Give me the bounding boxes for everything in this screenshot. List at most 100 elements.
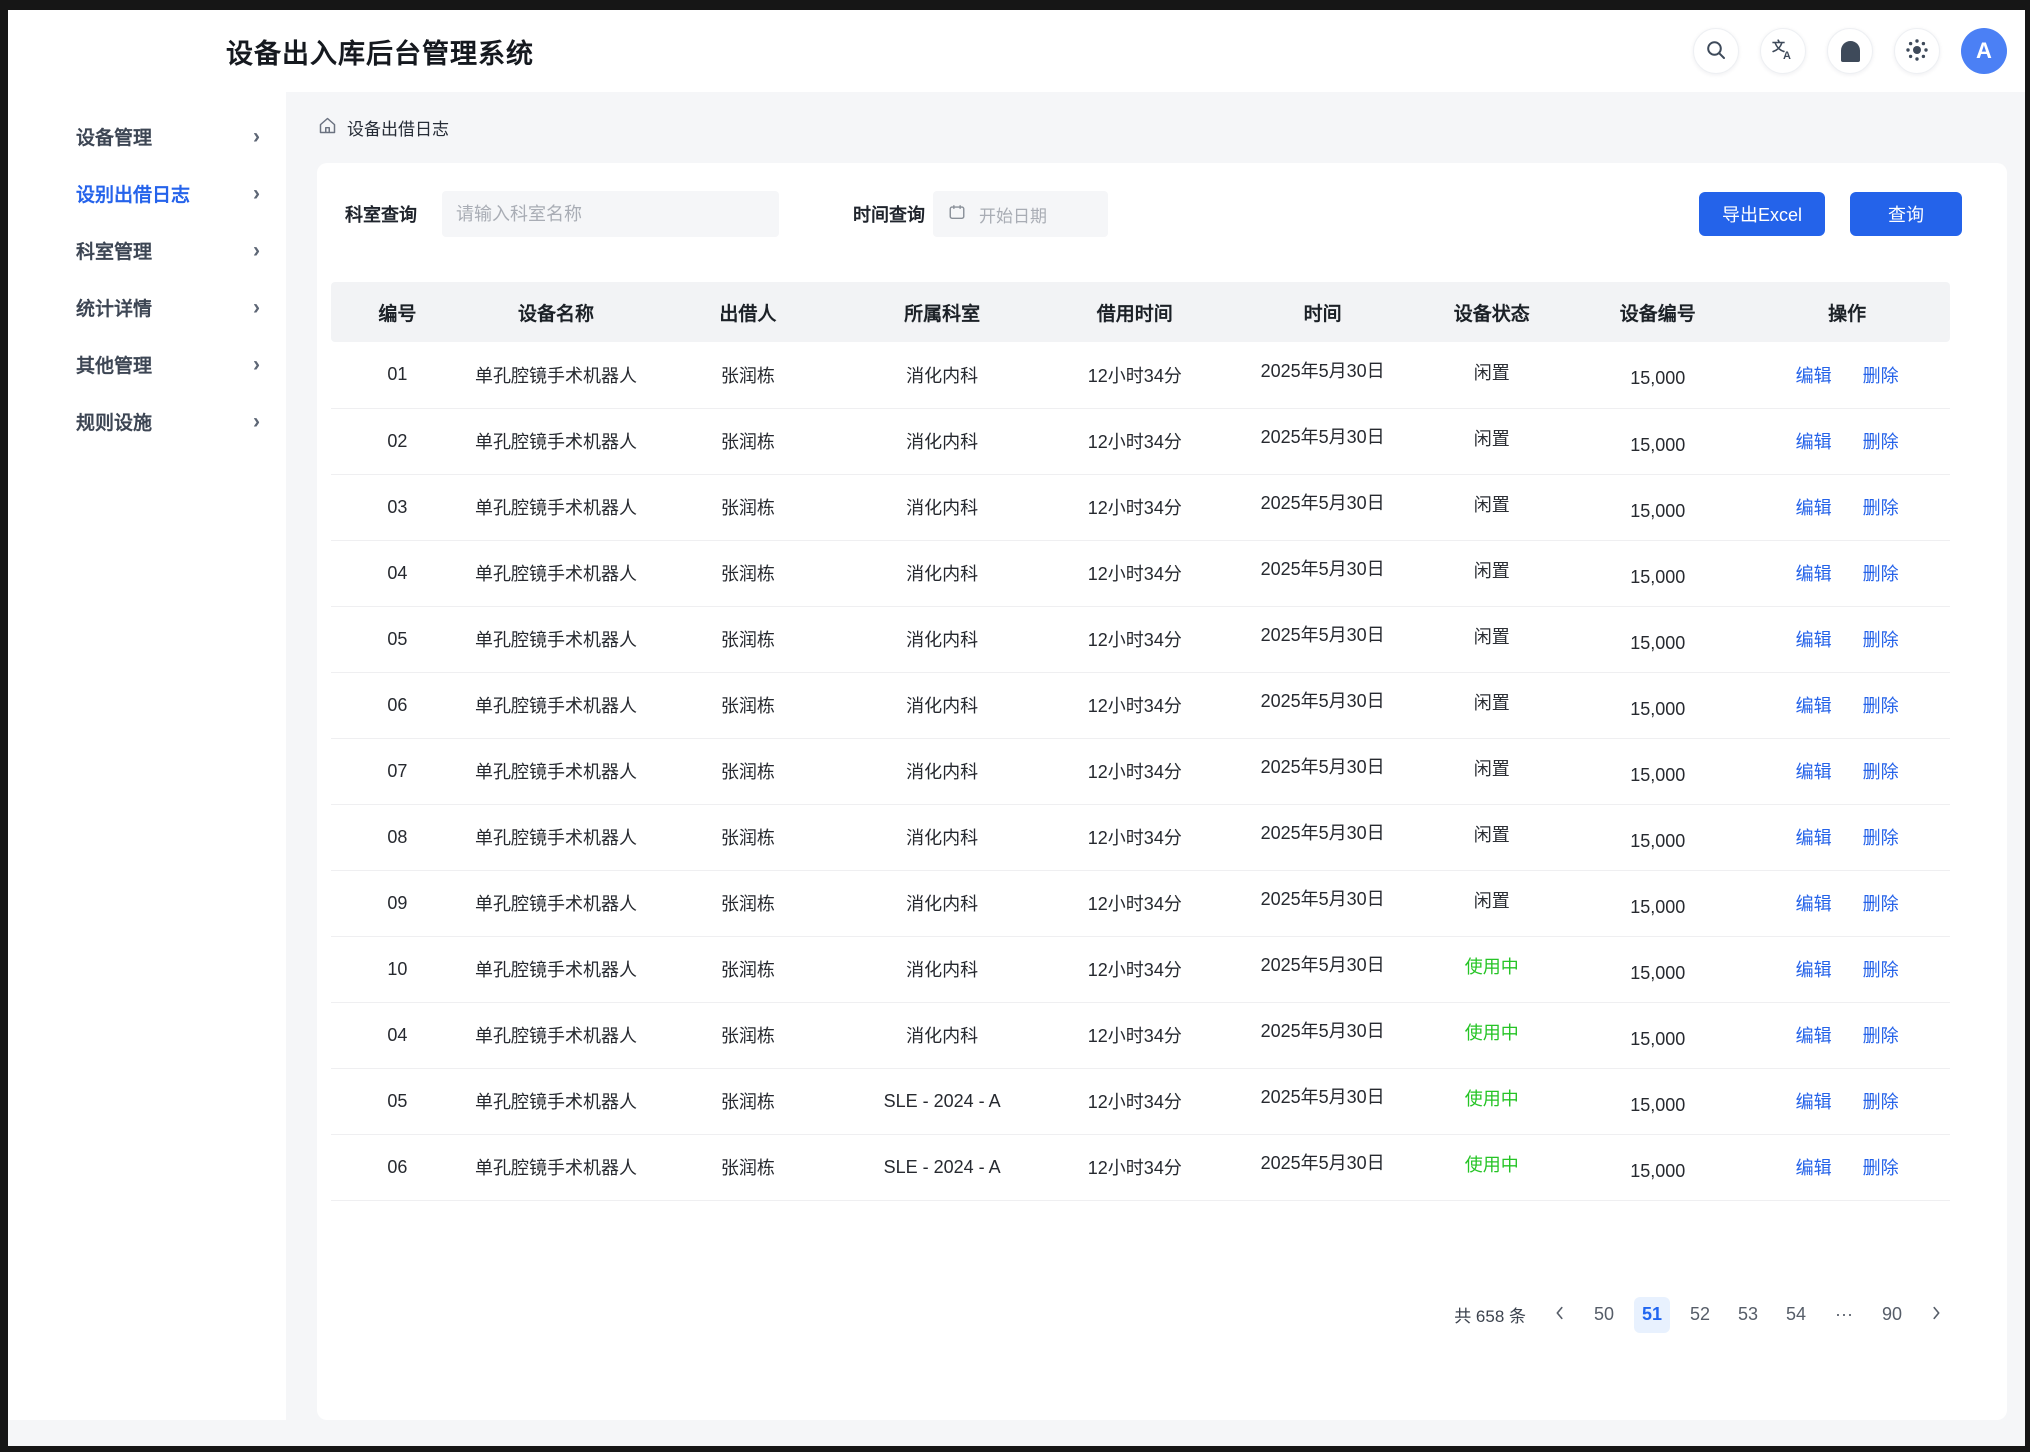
column-header: 所属科室 — [847, 282, 1036, 342]
sidebar-item-active[interactable]: 设别出借日志 › — [8, 165, 286, 222]
breadcrumb[interactable]: 设备出借日志 — [317, 92, 2007, 163]
cell-device-number: 15,000 — [1630, 963, 1685, 984]
pagination-ellipsis[interactable]: ··· — [1826, 1297, 1862, 1333]
page-button[interactable]: 50 — [1586, 1297, 1622, 1333]
delete-link[interactable]: 删除 — [1863, 960, 1899, 980]
status-badge: 闲置 — [1474, 755, 1510, 781]
cell-no: 10 — [387, 959, 407, 980]
cell-borrow-duration: 12小时34分 — [1088, 890, 1182, 916]
cell-borrower: 张润栋 — [721, 428, 775, 454]
page-button[interactable]: 51 — [1634, 1297, 1670, 1333]
cell-device-name: 单孔腔镜手术机器人 — [475, 1022, 637, 1048]
cell-no: 07 — [387, 761, 407, 782]
page-button[interactable]: 53 — [1730, 1297, 1766, 1333]
next-page-button[interactable] — [1922, 1297, 1950, 1333]
edit-link[interactable]: 编辑 — [1796, 1026, 1832, 1046]
window-frame: 设备出入库后台管理系统 文 A — [0, 0, 2030, 1452]
cell-device-name: 单孔腔镜手术机器人 — [475, 494, 637, 520]
borrow-log-table: 编号设备名称出借人所属科室借用时间时间设备状态设备编号操作 01 单孔腔镜手术机… — [331, 282, 1950, 1201]
cell-no: 09 — [387, 893, 407, 914]
dept-search-input[interactable] — [442, 191, 779, 237]
cell-device-name: 单孔腔镜手术机器人 — [475, 692, 637, 718]
notification-button[interactable] — [1827, 28, 1873, 74]
edit-link[interactable]: 编辑 — [1796, 564, 1832, 584]
edit-link[interactable]: 编辑 — [1796, 696, 1832, 716]
filter-bar: 科室查询 时间查询 开始日期 — [345, 191, 1962, 237]
cell-device-name: 单孔腔镜手术机器人 — [475, 1154, 637, 1180]
cell-device-name: 单孔腔镜手术机器人 — [475, 428, 637, 454]
edit-link[interactable]: 编辑 — [1796, 828, 1832, 848]
calendar-icon — [948, 203, 966, 226]
cell-device-name: 单孔腔镜手术机器人 — [475, 560, 637, 586]
content-card: 科室查询 时间查询 开始日期 — [317, 163, 2007, 1420]
cell-no: 03 — [387, 497, 407, 518]
chevron-right-icon: › — [253, 411, 260, 432]
cell-borrower: 张润栋 — [721, 1154, 775, 1180]
delete-link[interactable]: 删除 — [1863, 1092, 1899, 1112]
delete-link[interactable]: 删除 — [1863, 894, 1899, 914]
delete-link[interactable]: 删除 — [1863, 366, 1899, 386]
translate-button[interactable]: 文 A — [1760, 28, 1806, 74]
cell-device-name: 单孔腔镜手术机器人 — [475, 626, 637, 652]
edit-link[interactable]: 编辑 — [1796, 762, 1832, 782]
column-header: 设备名称 — [464, 282, 649, 342]
page-button[interactable]: 54 — [1778, 1297, 1814, 1333]
delete-link[interactable]: 删除 — [1863, 432, 1899, 452]
cell-department: 消化内科 — [906, 428, 978, 454]
delete-link[interactable]: 删除 — [1863, 630, 1899, 650]
page-button[interactable]: 90 — [1874, 1297, 1910, 1333]
delete-link[interactable]: 删除 — [1863, 1026, 1899, 1046]
edit-link[interactable]: 编辑 — [1796, 366, 1832, 386]
sidebar-item-default[interactable]: 统计详情 › — [8, 279, 286, 336]
total-count: 共 658 条 — [1454, 1302, 1526, 1327]
table-row: 05 单孔腔镜手术机器人 张润栋 SLE - 2024 - A 12小时34分 … — [331, 1068, 1950, 1134]
edit-link[interactable]: 编辑 — [1796, 960, 1832, 980]
cell-date: 2025年5月30日 — [1261, 1017, 1385, 1043]
cell-device-name: 单孔腔镜手术机器人 — [475, 890, 637, 916]
delete-link[interactable]: 删除 — [1863, 1158, 1899, 1178]
settings-icon — [1905, 38, 1929, 65]
cell-borrower: 张润栋 — [721, 956, 775, 982]
page-list: 50 51 52 53 54 ··· 90 — [1586, 1297, 1910, 1333]
cell-no: 06 — [387, 695, 407, 716]
cell-borrower: 张润栋 — [721, 692, 775, 718]
cell-borrow-duration: 12小时34分 — [1088, 824, 1182, 850]
export-excel-button[interactable]: 导出Excel — [1699, 192, 1825, 236]
cell-department: 消化内科 — [906, 1022, 978, 1048]
column-header: 出借人 — [648, 282, 847, 342]
cell-department: SLE - 2024 - A — [884, 1091, 1001, 1112]
sidebar-item-default[interactable]: 其他管理 › — [8, 336, 286, 393]
delete-link[interactable]: 删除 — [1863, 498, 1899, 518]
delete-link[interactable]: 删除 — [1863, 762, 1899, 782]
status-badge: 使用中 — [1465, 1019, 1519, 1045]
sidebar-item-default[interactable]: 规则设施 › — [8, 393, 286, 450]
page-button[interactable]: 52 — [1682, 1297, 1718, 1333]
cell-device-number: 15,000 — [1630, 765, 1685, 786]
edit-link[interactable]: 编辑 — [1796, 894, 1832, 914]
prev-page-button[interactable] — [1546, 1297, 1574, 1333]
delete-link[interactable]: 删除 — [1863, 564, 1899, 584]
table-row: 02 单孔腔镜手术机器人 张润栋 消化内科 12小时34分 2025年5月30日… — [331, 408, 1950, 474]
start-date-picker[interactable]: 开始日期 — [933, 191, 1108, 237]
search-button[interactable] — [1693, 28, 1739, 74]
query-button[interactable]: 查询 — [1850, 192, 1962, 236]
cell-department: 消化内科 — [906, 956, 978, 982]
cell-borrower: 张润栋 — [721, 494, 775, 520]
avatar[interactable]: A — [1961, 28, 2007, 74]
delete-link[interactable]: 删除 — [1863, 828, 1899, 848]
settings-button[interactable] — [1894, 28, 1940, 74]
edit-link[interactable]: 编辑 — [1796, 498, 1832, 518]
cell-borrow-duration: 12小时34分 — [1088, 1088, 1182, 1114]
edit-link[interactable]: 编辑 — [1796, 1158, 1832, 1178]
status-badge: 闲置 — [1474, 557, 1510, 583]
delete-link[interactable]: 删除 — [1863, 696, 1899, 716]
status-badge: 闲置 — [1474, 359, 1510, 385]
status-badge: 使用中 — [1465, 1085, 1519, 1111]
sidebar-item-default[interactable]: 科室管理 › — [8, 222, 286, 279]
cell-borrower: 张润栋 — [721, 626, 775, 652]
dept-query-label: 科室查询 — [345, 201, 417, 227]
edit-link[interactable]: 编辑 — [1796, 1092, 1832, 1112]
edit-link[interactable]: 编辑 — [1796, 432, 1832, 452]
sidebar-item-default[interactable]: 设备管理 › — [8, 108, 286, 165]
edit-link[interactable]: 编辑 — [1796, 630, 1832, 650]
